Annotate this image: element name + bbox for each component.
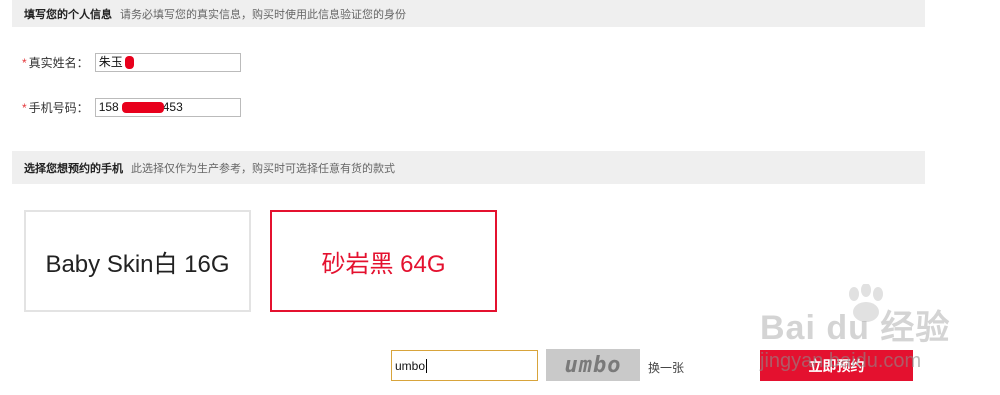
option-label: Baby Skin白 16G: [45, 250, 230, 278]
text-caret: [426, 358, 428, 373]
captcha-input-value: umbo: [395, 358, 426, 373]
phone-choice-title: 选择您想预约的手机: [24, 162, 123, 175]
reserve-now-button[interactable]: 立即预约: [760, 350, 913, 381]
phone-row: * 手机号码： 158 453: [22, 98, 241, 117]
captcha-image-text: umbo: [564, 352, 622, 378]
phone-choice-description: 此选择仅作为生产参考，购买时可选择任意有货的款式: [131, 162, 395, 175]
option-sandstone-black-64g[interactable]: 砂岩黑 64G: [270, 210, 497, 312]
real-name-input[interactable]: 朱玉: [94, 53, 241, 72]
captcha-input[interactable]: umbo: [391, 350, 538, 381]
paw-logo-icon: [849, 284, 883, 322]
phone-value-prefix: 158: [98, 100, 119, 114]
personal-info-header: 填写您的个人信息 请务必填写您的真实信息，购买时使用此信息验证您的身份: [12, 0, 925, 27]
phone-number-input[interactable]: 158 453: [94, 98, 241, 117]
real-name-value: 朱玉: [98, 55, 123, 69]
phone-label: 手机号码：: [28, 101, 89, 115]
name-row: * 真实姓名： 朱玉: [22, 53, 241, 72]
required-mark: *: [22, 55, 27, 70]
captcha-image: umbo: [546, 349, 640, 381]
phone-choice-header: 选择您想预约的手机 此选择仅作为生产参考，购买时可选择任意有货的款式: [12, 151, 925, 184]
redaction-mark: [121, 102, 164, 113]
personal-info-description: 请务必填写您的真实信息，购买时使用此信息验证您的身份: [120, 8, 406, 21]
required-mark: *: [22, 100, 27, 115]
option-baby-skin-16g[interactable]: Baby Skin白 16G: [24, 210, 251, 312]
option-label: 砂岩黑 64G: [321, 250, 446, 278]
name-label: 真实姓名：: [28, 56, 89, 70]
personal-info-title: 填写您的个人信息: [24, 8, 112, 21]
redaction-mark: [124, 56, 134, 69]
refresh-captcha-link[interactable]: 换一张: [648, 359, 684, 376]
phone-value-suffix: 453: [162, 100, 183, 114]
watermark-logo-text: Bai du 经验: [760, 309, 951, 347]
